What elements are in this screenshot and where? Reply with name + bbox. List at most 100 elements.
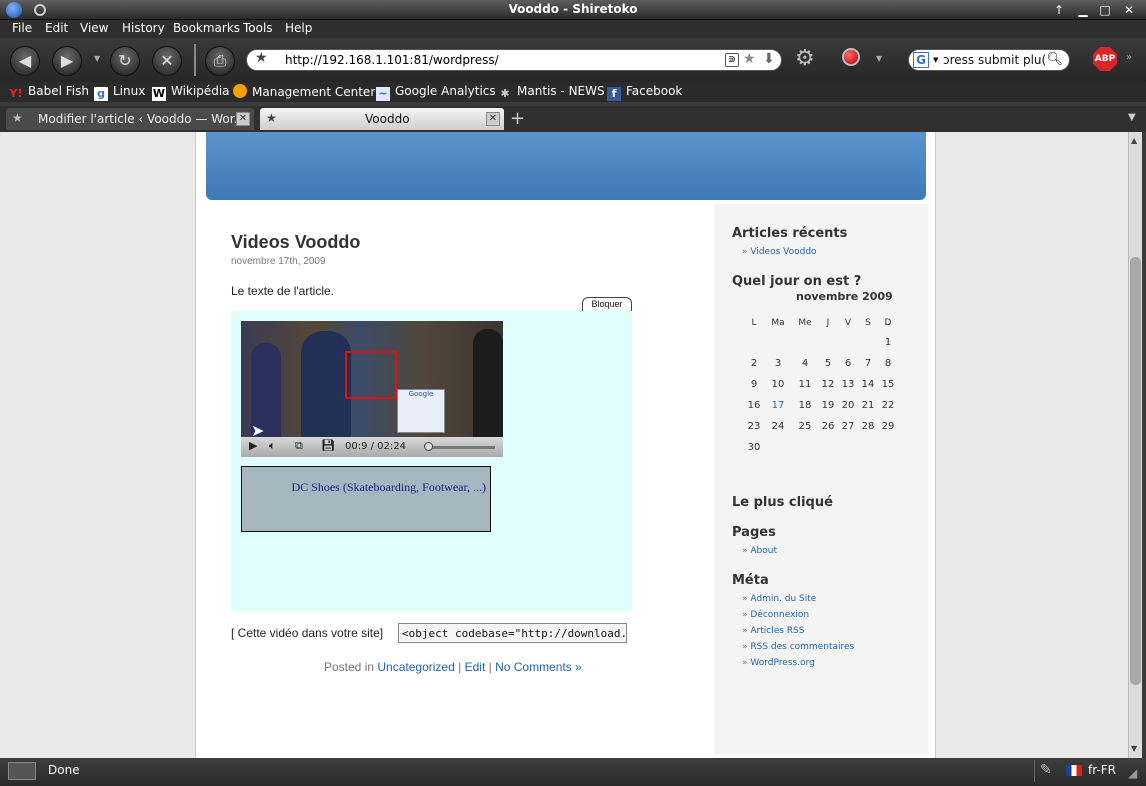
calendar-day: 13 xyxy=(841,379,855,390)
url-dropdown-icon[interactable]: ⬇ xyxy=(763,51,775,67)
more-chevron-icon[interactable]: » xyxy=(1126,52,1132,63)
calendar-day: 27 xyxy=(841,421,855,432)
reload-button[interactable]: ↻ xyxy=(110,46,140,76)
extension-icon[interactable] xyxy=(842,48,860,66)
settings-gear-icon[interactable]: ⚙ xyxy=(795,46,815,71)
video-progress-knob[interactable] xyxy=(424,442,434,451)
minimize-icon[interactable]: ▁ xyxy=(1074,2,1092,18)
bloquer-button[interactable]: Bloquer xyxy=(582,297,632,311)
tab-close-icon[interactable]: ✕ xyxy=(236,112,250,126)
meta-separator: | xyxy=(488,660,492,674)
meta-link[interactable]: Admin. du Site xyxy=(750,594,816,604)
menu-help[interactable]: Help xyxy=(285,21,312,35)
calendar-day: 23 xyxy=(747,421,761,432)
scroll-thumb[interactable] xyxy=(1130,257,1141,685)
flag-icon[interactable] xyxy=(1066,765,1082,776)
toolbar-separator xyxy=(194,44,196,76)
maximize-icon[interactable]: □ xyxy=(1096,2,1114,18)
save-icon[interactable]: 💾︎ xyxy=(321,439,335,452)
bookmark-linux[interactable]: g Linux xyxy=(94,84,145,101)
video-player[interactable]: Google ➤ ▶ 🔈︎ ⧉ 💾︎ 00:9 / 02:24 xyxy=(241,321,503,457)
meta-item[interactable]: » Déconnexion xyxy=(742,610,809,620)
back-button[interactable]: ◀ xyxy=(10,46,40,76)
bookmark-babel-fish[interactable]: Y! Babel Fish xyxy=(9,84,89,101)
post-title[interactable]: Videos Vooddo xyxy=(231,232,360,253)
video-progress-track[interactable] xyxy=(425,446,495,449)
menu-view[interactable]: View xyxy=(80,21,108,35)
recent-article-item[interactable]: » Videos Vooddo xyxy=(742,247,817,257)
url-text[interactable]: http://192.168.1.101:81/wordpress/ xyxy=(285,53,499,67)
meta-link[interactable]: Déconnexion xyxy=(750,610,809,620)
search-icon[interactable]: 🔍︎ xyxy=(1046,52,1063,67)
url-bar[interactable]: ★ http://192.168.1.101:81/wordpress/ ⋑ ★… xyxy=(246,49,782,71)
popout-icon[interactable]: ⧉ xyxy=(295,439,303,453)
scroll-down-icon[interactable]: ▼ xyxy=(1131,744,1137,753)
search-engine-dropdown-icon[interactable]: ▼ xyxy=(933,56,938,64)
ad-link[interactable]: DC Shoes (Skateboarding, Footwear, ...) xyxy=(292,480,487,495)
calendar-day-header: D xyxy=(884,318,892,328)
search-input[interactable]: ɔress submit plu( xyxy=(943,53,1046,67)
bookmark-star-icon[interactable]: ★ xyxy=(255,50,268,66)
meta-item[interactable]: » Admin. du Site xyxy=(742,594,816,604)
tab-vooddo[interactable]: ★ Vooddo ✕ xyxy=(260,108,504,130)
rss-feed-icon[interactable]: ⋑ xyxy=(725,53,739,67)
blog-page: Videos Vooddo novembre 17th, 2009 Le tex… xyxy=(195,132,936,758)
print-button[interactable]: ⎙ xyxy=(205,46,235,76)
calendar-day: 4 xyxy=(801,358,809,369)
play-icon[interactable]: ▶ xyxy=(249,439,257,452)
bookmark-wikipedia[interactable]: W Wikipédia xyxy=(152,84,230,101)
menu-history[interactable]: History xyxy=(122,21,165,35)
tools-icon[interactable]: ✎ xyxy=(1040,762,1052,778)
menu-file[interactable]: File xyxy=(12,21,32,35)
forward-button[interactable]: ▶ xyxy=(52,46,82,76)
tab-modifier-article[interactable]: ★ Modifier l'article ‹ Vooddo — Wor... ✕ xyxy=(6,108,254,130)
meta-link[interactable]: RSS des commentaires xyxy=(750,642,854,652)
tab-close-icon[interactable]: ✕ xyxy=(486,112,500,126)
tab-list-dropdown-icon[interactable]: ▼ xyxy=(1128,112,1136,123)
embed-code-field[interactable]: <object codebase="http://download.ma xyxy=(398,623,627,643)
pages-link[interactable]: About xyxy=(750,546,777,556)
sidebar-toggle-icon[interactable] xyxy=(8,762,36,780)
url-star-icon[interactable]: ★ xyxy=(743,51,756,67)
google-ad-overlay[interactable]: Google xyxy=(397,389,445,433)
volume-icon[interactable]: 🔈︎ xyxy=(269,439,276,453)
extension-dropdown-icon[interactable]: ▼ xyxy=(876,54,882,63)
stop-button[interactable]: ✕ xyxy=(152,46,182,76)
bookmark-management-center[interactable]: Management Center xyxy=(233,84,375,99)
new-tab-button[interactable]: + xyxy=(510,108,525,129)
category-link[interactable]: Uncategorized xyxy=(377,660,454,674)
menu-tools[interactable]: Tools xyxy=(243,21,273,35)
vertical-scrollbar[interactable]: ▲ ▼ xyxy=(1128,132,1142,758)
meta-link[interactable]: WordPress.org xyxy=(750,658,814,668)
bookmark-facebook[interactable]: f Facebook xyxy=(607,84,682,101)
resize-grip-icon[interactable]: ◢ xyxy=(1128,766,1137,780)
bookmark-mantis[interactable]: ✱ Mantis - NEWS xyxy=(498,84,604,101)
up-arrow-icon[interactable]: ↑ xyxy=(1050,2,1068,18)
edit-link[interactable]: Edit xyxy=(465,660,486,674)
calendar-today-link[interactable]: 17 xyxy=(767,400,789,411)
sponsored-ad-box[interactable]: DC Shoes (Skateboarding, Footwear, ...) xyxy=(241,466,491,532)
menu-bookmarks[interactable]: Bookmarks xyxy=(173,21,240,35)
adblock-plus-icon[interactable]: ABP xyxy=(1093,47,1117,71)
history-dropdown-icon[interactable]: ▼ xyxy=(94,54,100,63)
meta-item[interactable]: » Articles RSS xyxy=(742,626,804,636)
comments-link[interactable]: No Comments » xyxy=(495,660,582,674)
calendar-day-header: S xyxy=(865,318,871,328)
orange-circle-icon xyxy=(233,84,247,98)
language-indicator[interactable]: fr-FR xyxy=(1088,763,1116,777)
meta-item[interactable]: » WordPress.org xyxy=(742,658,815,668)
meta-item[interactable]: » RSS des commentaires xyxy=(742,642,854,652)
pages-heading: Pages xyxy=(732,525,776,540)
close-icon[interactable]: ✕ xyxy=(1120,2,1138,18)
meta-link[interactable]: Articles RSS xyxy=(750,626,804,636)
menu-edit[interactable]: Edit xyxy=(45,21,68,35)
google-icon: g xyxy=(94,87,108,101)
calendar-heading: Quel jour on est ? xyxy=(732,274,862,289)
bookmark-google-analytics[interactable]: ~ Google Analytics xyxy=(376,84,496,101)
calendar-day: 14 xyxy=(861,379,875,390)
search-bar[interactable]: G ▼ ɔress submit plu( 🔍︎ xyxy=(908,49,1070,71)
google-search-engine-icon[interactable]: G xyxy=(913,52,929,68)
scroll-up-icon[interactable]: ▲ xyxy=(1131,136,1137,145)
pages-item[interactable]: » About xyxy=(742,546,777,556)
recent-article-link[interactable]: Videos Vooddo xyxy=(750,247,816,257)
